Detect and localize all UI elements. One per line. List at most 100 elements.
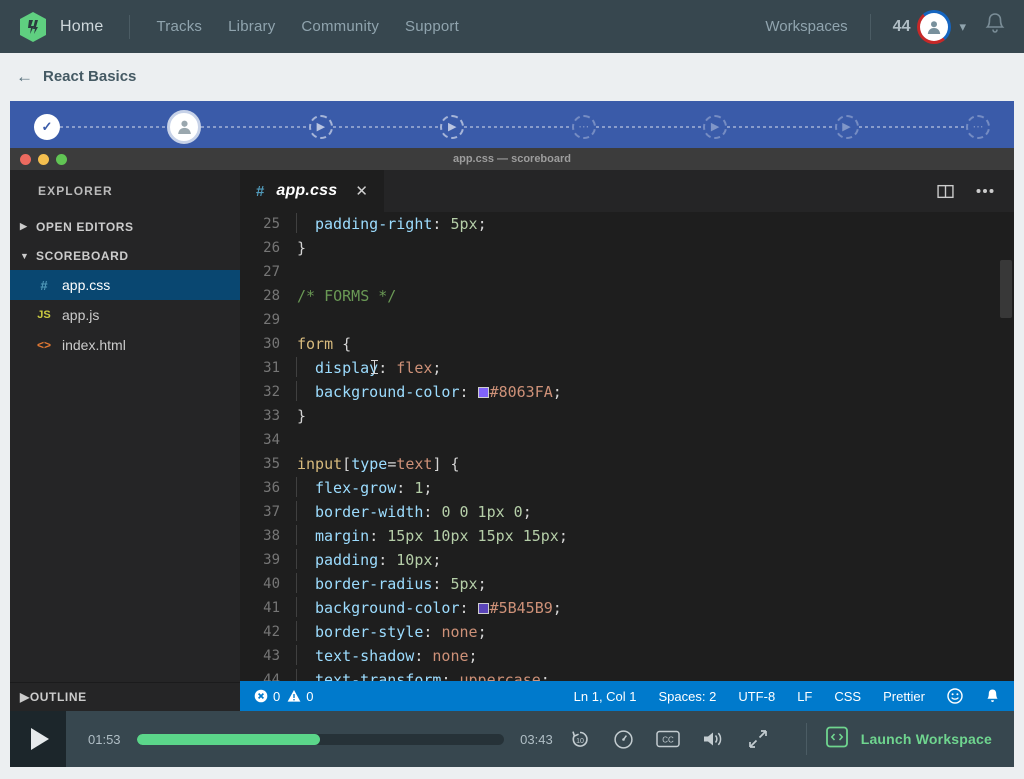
status-language-mode[interactable]: CSS bbox=[834, 689, 861, 704]
line-number: 38 bbox=[263, 528, 280, 544]
nav-link-community[interactable]: Community bbox=[301, 18, 379, 35]
line-number: 32 bbox=[263, 384, 280, 400]
code-token: : bbox=[378, 551, 397, 569]
nav-divider bbox=[129, 14, 131, 39]
code-token: 15px 10px 15px 15px bbox=[387, 527, 559, 545]
code-token: ; bbox=[468, 647, 478, 665]
maximize-window-button[interactable] bbox=[56, 153, 67, 165]
code-token: border-radius bbox=[315, 575, 433, 593]
step-7-upcoming[interactable]: ▶ bbox=[834, 114, 859, 139]
section-outline[interactable]: ▶ OUTLINE bbox=[10, 682, 240, 711]
play-button-icon[interactable] bbox=[10, 711, 66, 767]
close-icon[interactable]: ✕ bbox=[355, 182, 368, 200]
back-arrow-icon[interactable]: ← bbox=[16, 68, 33, 85]
step-8-upcoming[interactable]: ⋯ bbox=[965, 114, 990, 139]
color-swatch[interactable] bbox=[477, 603, 489, 614]
code-text: text-transform: uppercase; bbox=[296, 668, 550, 681]
video-player-bar: 01:53 03:43 10 CC Launch Workspace bbox=[10, 711, 1014, 767]
avatar[interactable] bbox=[917, 9, 952, 44]
status-cursor-position[interactable]: Ln 1, Col 1 bbox=[574, 689, 637, 704]
code-token: ; bbox=[522, 503, 532, 521]
step-6-upcoming[interactable]: ▶ bbox=[703, 114, 728, 139]
status-indentation[interactable]: Spaces: 2 bbox=[659, 689, 717, 704]
css-file-icon: # bbox=[40, 277, 48, 293]
window-traffic-lights bbox=[20, 153, 67, 165]
tab-app-css[interactable]: # app.css ✕ bbox=[240, 170, 384, 212]
treehouse-logo-icon[interactable] bbox=[18, 11, 48, 43]
nav-link-tracks[interactable]: Tracks bbox=[156, 18, 202, 35]
code-line: 43 text-shadow: none; bbox=[240, 644, 1014, 668]
editor-scrollbar[interactable] bbox=[1000, 260, 1012, 318]
section-scoreboard[interactable]: ▼ SCOREBOARD bbox=[10, 241, 240, 270]
step-2-current[interactable] bbox=[167, 109, 202, 144]
file-item-index-html[interactable]: <> index.html bbox=[10, 330, 240, 360]
code-token: padding-right bbox=[315, 215, 433, 233]
smiley-feedback-icon[interactable] bbox=[947, 688, 963, 704]
nav-link-library[interactable]: Library bbox=[228, 18, 275, 35]
step-5-upcoming[interactable]: ⋯ bbox=[571, 114, 596, 139]
fullscreen-icon[interactable] bbox=[748, 729, 768, 749]
code-token: padding bbox=[315, 551, 379, 569]
minimize-window-button[interactable] bbox=[38, 153, 49, 165]
status-formatter[interactable]: Prettier bbox=[883, 689, 925, 704]
step-4-upcoming[interactable]: ▶ bbox=[440, 114, 465, 139]
code-editor[interactable]: 25 padding-right: 5px; 26} 27 28/* FORMS */… bbox=[240, 212, 1014, 681]
breadcrumb: ← React Basics bbox=[0, 53, 1024, 100]
window-title-bar: app.css — scoreboard bbox=[10, 148, 1014, 170]
code-token: ; bbox=[477, 575, 487, 593]
code-token: ; bbox=[432, 551, 442, 569]
code-token: /* FORMS */ bbox=[297, 287, 397, 305]
file-item-app-css[interactable]: # app.css bbox=[10, 270, 240, 300]
line-number: 29 bbox=[263, 312, 280, 328]
code-content[interactable]: 25 padding-right: 5px; 26} 27 28/* FORMS */… bbox=[240, 212, 1014, 681]
status-bar-right: Ln 1, Col 1 Spaces: 2 UTF-8 LF CSS Prett… bbox=[574, 688, 1000, 704]
status-eol[interactable]: LF bbox=[797, 689, 812, 704]
nav-home-link[interactable]: Home bbox=[60, 18, 103, 36]
code-text: background-color: #8063FA; bbox=[296, 380, 562, 404]
progress-track[interactable] bbox=[136, 733, 505, 745]
code-scroll-region[interactable]: 25 padding-right: 5px; 26} 27 28/* FORMS */… bbox=[240, 212, 1014, 681]
step-connector bbox=[595, 125, 704, 128]
close-window-button[interactable] bbox=[20, 153, 31, 165]
status-warnings[interactable]: 0 bbox=[287, 689, 313, 704]
section-label: OPEN EDITORS bbox=[36, 219, 134, 234]
notification-bell-icon[interactable] bbox=[984, 12, 1006, 41]
step-connector bbox=[858, 125, 966, 128]
status-encoding[interactable]: UTF-8 bbox=[738, 689, 775, 704]
file-label: index.html bbox=[62, 337, 126, 353]
more-actions-icon[interactable] bbox=[976, 188, 994, 194]
workspace-code-icon bbox=[825, 725, 849, 754]
split-editor-icon[interactable] bbox=[937, 183, 954, 200]
code-line: 31 display: flex; bbox=[240, 356, 1014, 380]
code-line: 42 border-style: none; bbox=[240, 620, 1014, 644]
step-3-upcoming[interactable]: ▶ bbox=[308, 114, 333, 139]
chevron-down-icon[interactable]: ▾ bbox=[959, 19, 966, 35]
line-number: 31 bbox=[263, 360, 280, 376]
section-open-editors[interactable]: ▶ OPEN EDITORS bbox=[10, 212, 240, 241]
status-errors[interactable]: 0 bbox=[254, 689, 280, 704]
points-badge: 44 bbox=[892, 17, 911, 35]
step-1-completed[interactable]: ✓ bbox=[34, 113, 60, 140]
rewind-10-icon[interactable]: 10 bbox=[569, 728, 591, 750]
code-token: 5px bbox=[450, 575, 478, 593]
closed-captions-icon[interactable]: CC bbox=[655, 730, 680, 748]
code-token: background-color bbox=[315, 599, 460, 617]
tab-label: app.css bbox=[276, 182, 338, 199]
notification-bell-icon[interactable] bbox=[985, 688, 1000, 704]
launch-workspace-button[interactable]: Launch Workspace bbox=[807, 711, 1014, 767]
error-circle-icon bbox=[254, 689, 268, 703]
page-title[interactable]: React Basics bbox=[43, 68, 136, 85]
color-swatch[interactable] bbox=[477, 387, 489, 398]
nav-link-workspaces[interactable]: Workspaces bbox=[765, 18, 847, 35]
file-item-app-js[interactable]: JS app.js bbox=[10, 300, 240, 330]
playback-speed-icon[interactable] bbox=[613, 729, 634, 750]
code-line: 28 /* FORMS */ bbox=[240, 284, 1014, 308]
svg-text:CC: CC bbox=[662, 736, 674, 745]
nav-link-support[interactable]: Support bbox=[405, 18, 459, 35]
code-line: 34 bbox=[240, 428, 1014, 452]
volume-icon[interactable] bbox=[702, 729, 726, 749]
